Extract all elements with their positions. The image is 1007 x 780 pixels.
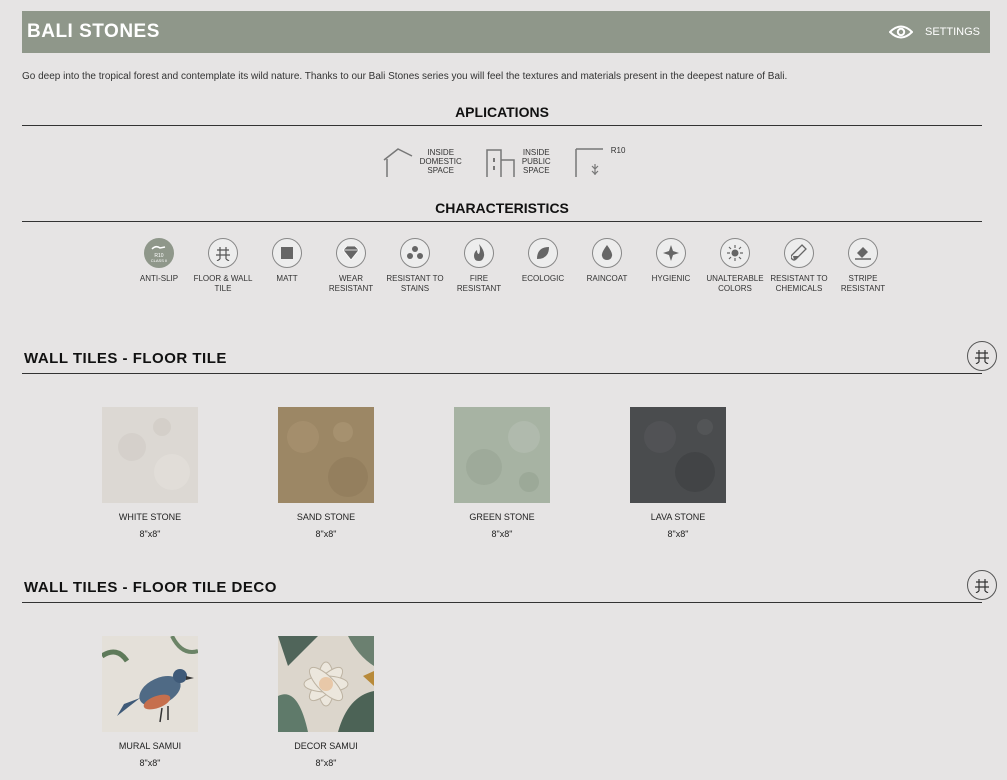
building-icon bbox=[486, 149, 515, 177]
tile-name: GREEN STONE bbox=[469, 512, 535, 522]
application-label: SPACE bbox=[427, 166, 454, 175]
application-label: R10 bbox=[610, 146, 626, 155]
sparkle-icon bbox=[656, 238, 686, 268]
characteristic-fire: FIRE RESISTANT bbox=[447, 238, 511, 293]
characteristics-list: R10 CLASS II ANTI-SLIP FLOOR & WALL TILE… bbox=[127, 238, 895, 293]
application-label: INSIDE bbox=[522, 148, 550, 157]
tile-size: 8"x8" bbox=[315, 529, 337, 539]
page-title: BALI STONES bbox=[27, 21, 160, 42]
tile-size: 8"x8" bbox=[315, 758, 337, 768]
tile-size: 8"x8" bbox=[667, 529, 689, 539]
characteristics-heading: CHARACTERISTICS bbox=[22, 200, 982, 222]
tile-name: MURAL SAMUI bbox=[118, 741, 182, 751]
tile-size: 8"x8" bbox=[491, 529, 513, 539]
application-public: INSIDE PUBLIC SPACE bbox=[484, 144, 551, 178]
floor-tile-list: WHITE STONE 8"x8" SAND STONE 8"x8" GREEN… bbox=[62, 407, 766, 539]
characteristic-label: FIRE RESISTANT bbox=[456, 274, 502, 293]
tile-swatch[interactable] bbox=[278, 407, 374, 503]
characteristic-label: HYGIENIC bbox=[651, 274, 691, 283]
application-label: DOMESTIC bbox=[419, 157, 462, 166]
tile-decor-samui[interactable]: DECOR SAMUI 8"x8" bbox=[238, 636, 414, 768]
tile-swatch[interactable] bbox=[102, 407, 198, 503]
tile-swatch[interactable] bbox=[278, 636, 374, 732]
tile-size: 8"x8" bbox=[139, 529, 161, 539]
tile-mural-samui[interactable]: MURAL SAMUI 8"x8" bbox=[62, 636, 238, 768]
tile-name: DECOR SAMUI bbox=[294, 741, 358, 751]
characteristic-colors: UNALTERABLE COLORS bbox=[703, 238, 767, 293]
characteristic-wear: WEAR RESISTANT bbox=[319, 238, 383, 293]
characteristic-chemicals: RESISTANT TO CHEMICALS bbox=[767, 238, 831, 293]
settings-label: SETTINGS bbox=[924, 26, 980, 38]
tile-name: LAVA STONE bbox=[650, 512, 706, 522]
characteristic-stripe: STRIPE RESISTANT bbox=[831, 238, 895, 293]
sun-icon bbox=[720, 238, 750, 268]
floor-wall-icon bbox=[975, 350, 989, 364]
tile-name: WHITE STONE bbox=[118, 512, 182, 522]
tile-size: 8"x8" bbox=[139, 758, 161, 768]
application-label: PUBLIC bbox=[521, 157, 551, 166]
characteristic-label: MATT bbox=[276, 274, 298, 283]
deco-tile-list: MURAL SAMUI 8"x8" DECOR SAMUI 8"x8" bbox=[62, 636, 414, 768]
section-title: WALL TILES - FLOOR TILE DECO bbox=[24, 579, 277, 596]
badge-class: CLASS II bbox=[151, 258, 167, 263]
tile-swatch[interactable] bbox=[454, 407, 550, 503]
drop-icon bbox=[592, 238, 622, 268]
characteristic-label: STRIPE bbox=[848, 274, 878, 283]
application-label: INSIDE bbox=[427, 148, 455, 157]
characteristic-anti-slip: R10 CLASS II ANTI-SLIP bbox=[127, 238, 191, 293]
characteristic-label: UNALTERABLE bbox=[706, 274, 764, 283]
application-domestic: INSIDE DOMESTIC SPACE bbox=[382, 144, 462, 178]
flame-icon bbox=[464, 238, 494, 268]
characteristic-label: STAINS bbox=[400, 283, 430, 293]
stains-icon bbox=[400, 238, 430, 268]
characteristic-label: RAINCOAT bbox=[586, 274, 628, 283]
characteristic-raincoat: RAINCOAT bbox=[575, 238, 639, 293]
characteristic-label: ANTI-SLIP bbox=[139, 274, 179, 283]
characteristic-label: CHEMICALS bbox=[775, 283, 823, 293]
settings-button[interactable]: SETTINGS bbox=[888, 25, 980, 39]
characteristic-floor-wall: FLOOR & WALL TILE bbox=[191, 238, 255, 293]
series-description: Go deep into the tropical forest and con… bbox=[22, 71, 788, 82]
floor-tile-heading: WALL TILES - FLOOR TILE bbox=[22, 350, 982, 374]
characteristic-label: COLORS bbox=[718, 283, 752, 293]
characteristic-label: RESISTANT TO bbox=[770, 274, 828, 283]
characteristic-label: WEAR RESISTANT bbox=[328, 274, 374, 293]
section-title: WALL TILES - FLOOR TILE bbox=[24, 350, 227, 367]
floor-wall-icon bbox=[975, 579, 989, 593]
floor-wall-filter-button[interactable] bbox=[967, 341, 997, 371]
anti-slip-icon: R10 CLASS II bbox=[144, 238, 174, 268]
leaf-icon bbox=[528, 238, 558, 268]
applications-heading: APLICATIONS bbox=[22, 104, 982, 126]
flask-icon bbox=[784, 238, 814, 268]
application-label: SPACE bbox=[523, 166, 550, 175]
characteristic-label: TILE bbox=[214, 283, 232, 293]
eye-icon bbox=[888, 25, 913, 39]
house-icon bbox=[383, 148, 412, 177]
application-slip-rating: R10 bbox=[573, 144, 626, 178]
applications-list: INSIDE DOMESTIC SPACE INSIDE PUBLIC SPAC… bbox=[0, 144, 1007, 178]
characteristic-stains: RESISTANT TO STAINS bbox=[383, 238, 447, 293]
floor-wall-filter-button[interactable] bbox=[967, 570, 997, 600]
stripe-icon bbox=[848, 238, 878, 268]
tile-name: SAND STONE bbox=[296, 512, 356, 522]
characteristic-matt: MATT bbox=[255, 238, 319, 293]
slip-rating-icon bbox=[574, 148, 603, 177]
tile-swatch[interactable] bbox=[102, 636, 198, 732]
matt-icon bbox=[272, 238, 302, 268]
tile-sand-stone[interactable]: SAND STONE 8"x8" bbox=[238, 407, 414, 539]
page-header: BALI STONES SETTINGS bbox=[22, 11, 990, 53]
characteristic-ecologic: ECOLOGIC bbox=[511, 238, 575, 293]
floor-wall-icon bbox=[208, 238, 238, 268]
characteristic-label: FLOOR & WALL bbox=[193, 274, 253, 283]
tile-white-stone[interactable]: WHITE STONE 8"x8" bbox=[62, 407, 238, 539]
characteristic-label: ECOLOGIC bbox=[521, 274, 565, 283]
characteristic-label: RESISTANT bbox=[840, 283, 886, 293]
characteristic-label: RESISTANT TO bbox=[386, 274, 444, 283]
diamond-icon bbox=[336, 238, 366, 268]
tile-swatch[interactable] bbox=[630, 407, 726, 503]
tile-green-stone[interactable]: GREEN STONE 8"x8" bbox=[414, 407, 590, 539]
characteristic-hygienic: HYGIENIC bbox=[639, 238, 703, 293]
deco-tile-heading: WALL TILES - FLOOR TILE DECO bbox=[22, 579, 982, 603]
tile-lava-stone[interactable]: LAVA STONE 8"x8" bbox=[590, 407, 766, 539]
